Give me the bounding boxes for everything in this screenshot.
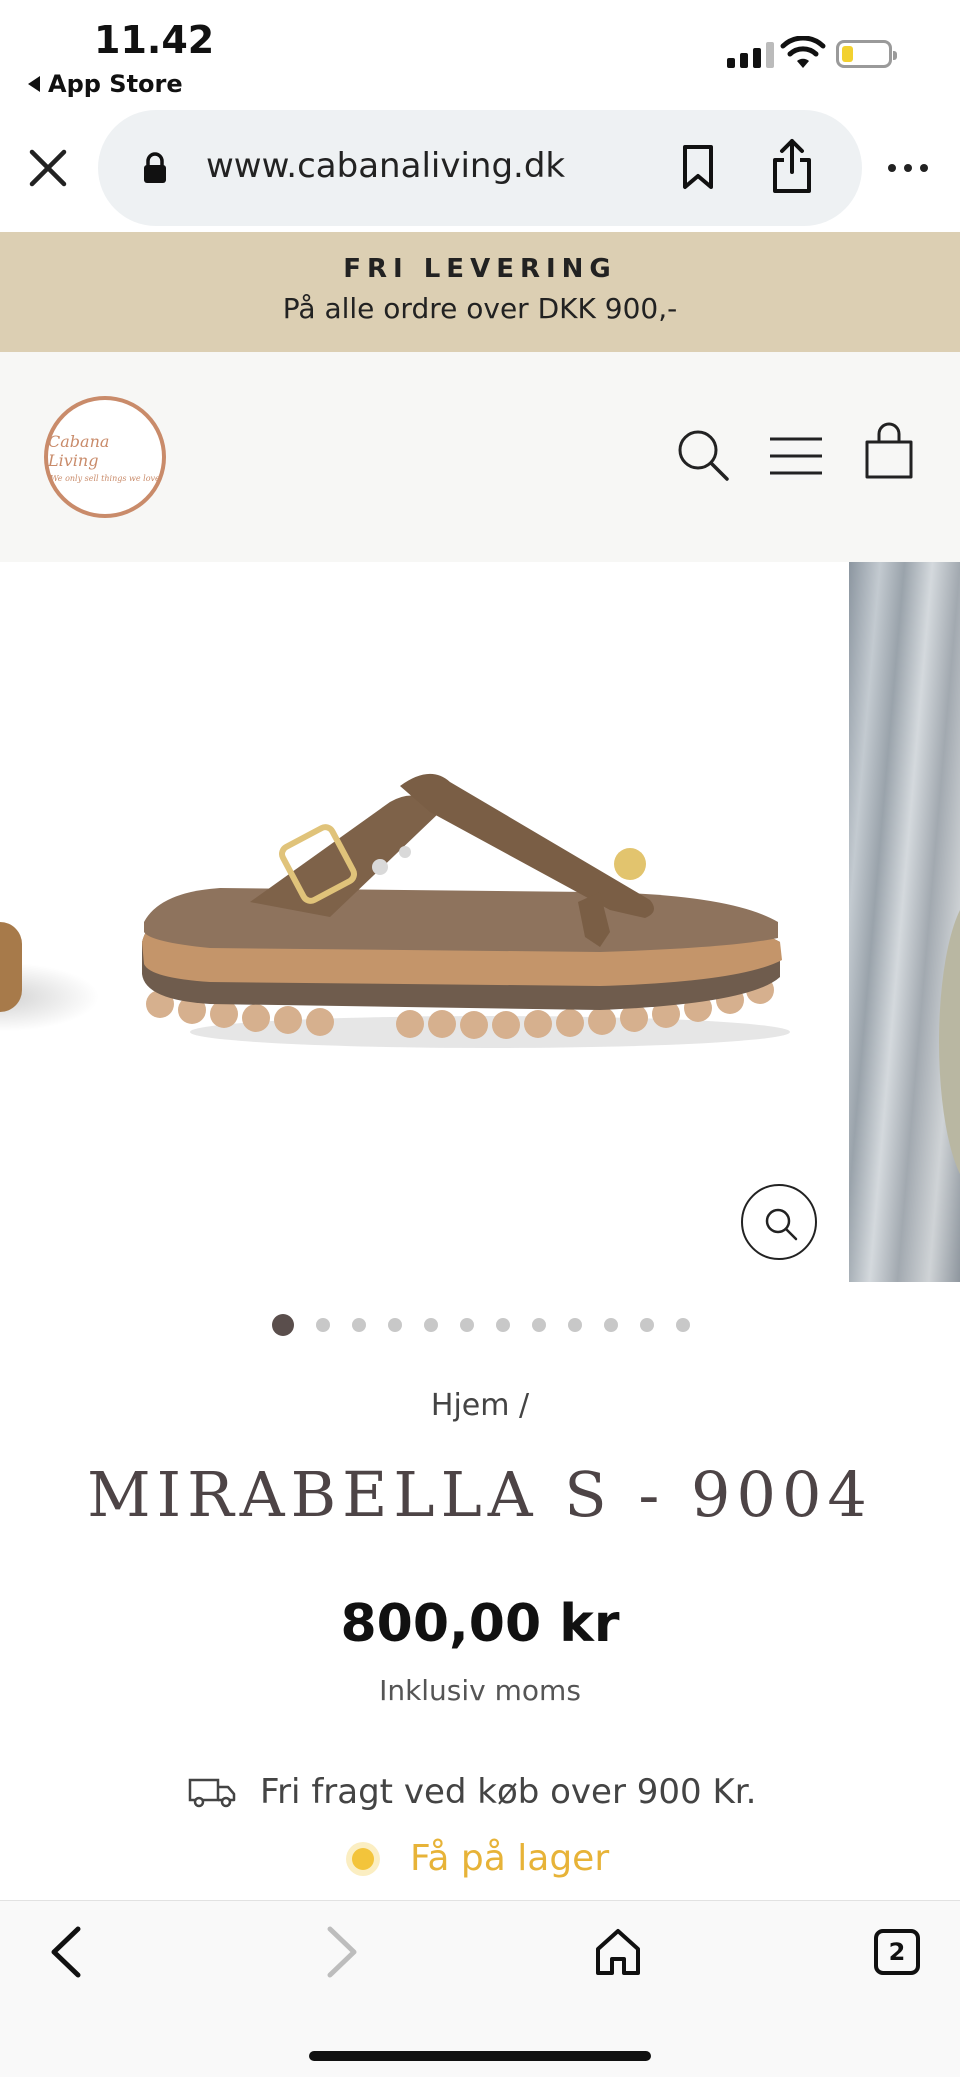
tax-note: Inklusiv moms <box>379 1674 581 1707</box>
product-price: 800,00 kr <box>340 1594 620 1654</box>
stock-indicator-icon <box>352 1847 374 1870</box>
search-icon[interactable] <box>676 428 730 482</box>
status-bar: 11.42 App Store <box>0 0 960 110</box>
url-text: www.cabanaliving.dk <box>206 146 566 186</box>
shipping-text: Fri fragt ved køb over 900 Kr. <box>260 1772 757 1812</box>
battery-icon <box>836 40 897 68</box>
pagination-dot[interactable] <box>640 1318 654 1332</box>
home-icon[interactable] <box>594 1927 642 1977</box>
home-indicator <box>309 2051 651 2061</box>
pagination-dot[interactable] <box>352 1318 366 1332</box>
cart-icon[interactable] <box>864 422 914 480</box>
site-header: Cabana Living We only sell things we lov… <box>0 352 960 562</box>
bookmark-icon[interactable] <box>680 144 716 190</box>
address-bar[interactable]: www.cabanaliving.dk <box>98 110 862 226</box>
pagination-dot[interactable] <box>424 1318 438 1332</box>
stock-status: Få på lager <box>352 1838 609 1879</box>
back-arrow-icon[interactable] <box>46 1925 86 1979</box>
status-time: 11.42 <box>94 18 215 62</box>
next-slide[interactable] <box>849 562 960 1282</box>
menu-icon[interactable] <box>768 436 824 476</box>
promo-banner: FRI LEVERING På alle ordre over DKK 900,… <box>0 232 960 352</box>
pagination-dot[interactable] <box>316 1318 330 1332</box>
logo-name: Cabana Living <box>48 431 110 470</box>
pagination-dot[interactable] <box>676 1318 690 1332</box>
stock-text: Få på lager <box>410 1838 610 1879</box>
cellular-signal-icon <box>727 42 774 68</box>
previous-slide[interactable] <box>0 922 22 1012</box>
product-image[interactable] <box>130 742 830 1062</box>
zoom-icon <box>765 1208 798 1241</box>
pagination-dot[interactable] <box>272 1314 294 1336</box>
logo-tagline: We only sell things we love <box>50 473 160 483</box>
wifi-icon <box>780 36 826 68</box>
pagination-dot[interactable] <box>604 1318 618 1332</box>
pagination-dot[interactable] <box>460 1318 474 1332</box>
promo-title: FRI LEVERING <box>343 254 617 284</box>
zoom-button[interactable] <box>741 1184 817 1260</box>
browser-toolbar: 2 <box>0 1900 960 2077</box>
pagination-dot[interactable] <box>388 1318 402 1332</box>
lock-icon <box>144 152 166 183</box>
product-title: MIRABELLA S - 9004 <box>87 1458 873 1531</box>
product-gallery[interactable] <box>0 562 960 1284</box>
back-to-app-button[interactable]: App Store <box>28 70 183 98</box>
pagination-dot[interactable] <box>568 1318 582 1332</box>
pagination-dot[interactable] <box>496 1318 510 1332</box>
back-triangle-icon <box>28 76 40 92</box>
tabs-button[interactable]: 2 <box>874 1929 920 1975</box>
gallery-pagination[interactable] <box>272 1314 690 1336</box>
truck-icon <box>188 1778 236 1808</box>
shipping-info: Fri fragt ved køb over 900 Kr. <box>188 1772 756 1812</box>
browser-bar: www.cabanaliving.dk <box>0 110 960 230</box>
close-icon[interactable] <box>28 148 68 188</box>
pagination-dot[interactable] <box>532 1318 546 1332</box>
forward-arrow-icon[interactable] <box>322 1925 362 1979</box>
back-to-app-label: App Store <box>48 70 183 98</box>
breadcrumb[interactable]: Hjem / <box>0 1388 960 1423</box>
more-options-icon[interactable] <box>888 164 928 172</box>
logo[interactable]: Cabana Living We only sell things we lov… <box>44 396 166 518</box>
share-icon[interactable] <box>770 138 814 194</box>
promo-subtitle: På alle ordre over DKK 900,- <box>282 292 678 325</box>
